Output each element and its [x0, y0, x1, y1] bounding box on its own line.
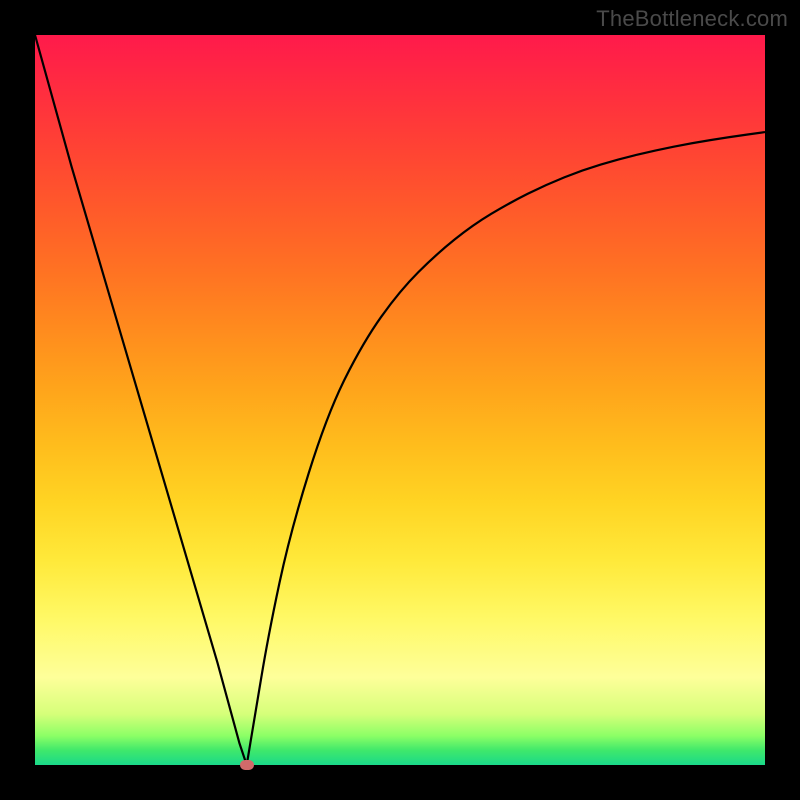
curve-layer — [35, 35, 765, 765]
bottleneck-curve-left — [35, 35, 247, 765]
bottleneck-curve-right — [247, 132, 765, 765]
plot-area — [35, 35, 765, 765]
optimal-point-marker — [240, 760, 254, 770]
watermark-text: TheBottleneck.com — [596, 6, 788, 32]
chart-frame: TheBottleneck.com — [0, 0, 800, 800]
